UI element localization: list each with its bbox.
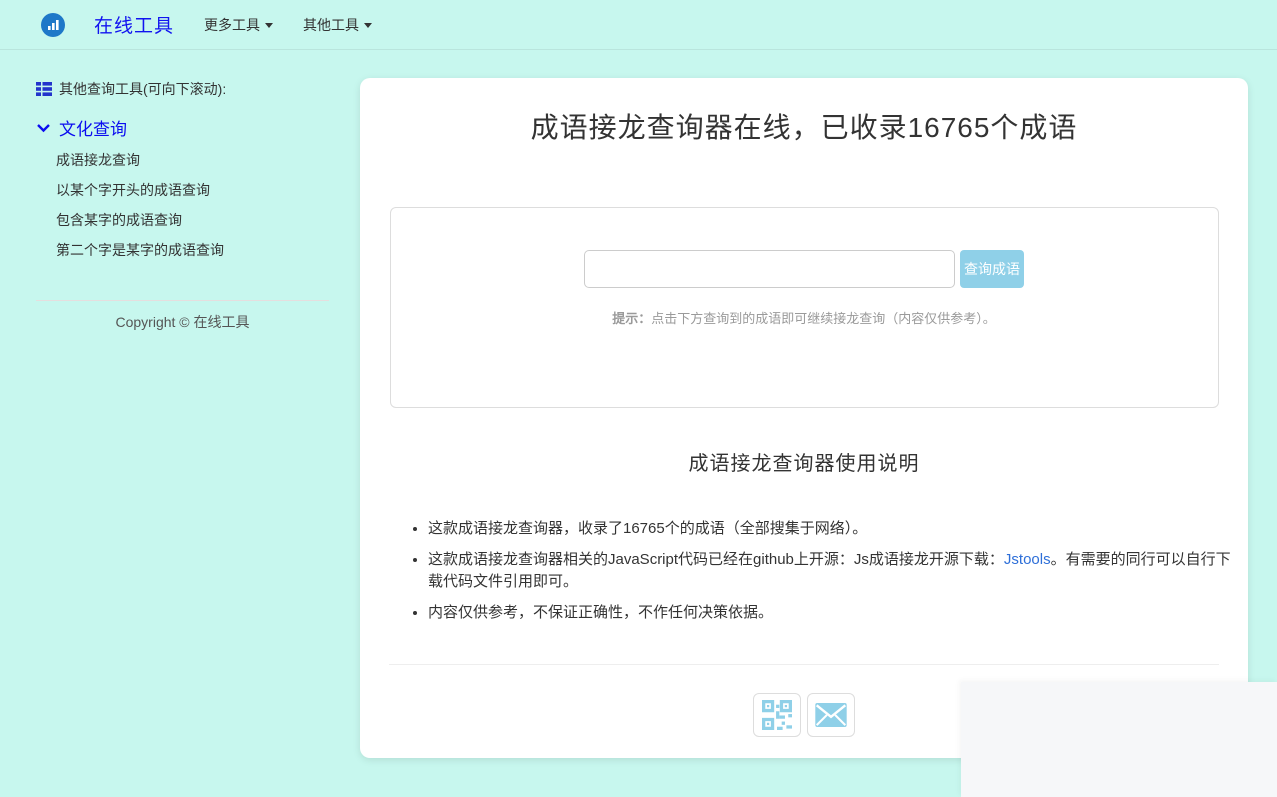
usage-list: 这款成语接龙查询器，收录了16765个的成语（全部搜集于网络）。 这款成语接龙查… xyxy=(360,518,1248,624)
usage-item-2-text-before: 这款成语接龙查询器相关的JavaScript代码已经在github上开源：Js成… xyxy=(428,551,1004,568)
nav-other-tools[interactable]: 其他工具 xyxy=(303,15,372,35)
nav-more-tools-label: 更多工具 xyxy=(204,15,260,35)
email-button[interactable] xyxy=(807,693,855,737)
envelope-icon xyxy=(815,703,847,727)
usage-item-1-text: 这款成语接龙查询器，收录了16765个的成语（全部搜集于网络）。 xyxy=(428,520,867,537)
query-card: 查询成语 提示：点击下方查询到的成语即可继续接龙查询（内容仅供参考）。 xyxy=(390,207,1219,408)
sidebar-category-label: 文化查询 xyxy=(59,115,127,140)
page-title: 成语接龙查询器在线，已收录16765个成语 xyxy=(374,108,1234,147)
sidebar-item-list: 成语接龙查询 以某个字开头的成语查询 包含某字的成语查询 第二个字是某字的成语查… xyxy=(36,151,329,260)
jstools-link[interactable]: Jstools xyxy=(1004,551,1051,568)
idiom-input[interactable] xyxy=(584,250,955,288)
sidebar-item-starts-with[interactable]: 以某个字开头的成语查询 xyxy=(56,181,329,200)
query-hint: 提示：点击下方查询到的成语即可继续接龙查询（内容仅供参考）。 xyxy=(391,308,1218,327)
usage-item-1: 这款成语接龙查询器，收录了16765个的成语（全部搜集于网络）。 xyxy=(428,518,1234,540)
sidebar-header: 其他查询工具(可向下滚动): xyxy=(36,79,329,99)
sidebar: 其他查询工具(可向下滚动): 文化查询 成语接龙查询 以某个字开头的成语查询 包… xyxy=(36,79,329,332)
caret-down-icon xyxy=(265,23,273,28)
main-panel: 成语接龙查询器在线，已收录16765个成语 查询成语 提示：点击下方查询到的成语… xyxy=(360,78,1248,758)
chevron-down-icon xyxy=(36,123,51,133)
brand-link[interactable]: 在线工具 xyxy=(94,11,174,38)
footer-divider xyxy=(389,664,1219,665)
query-idiom-button[interactable]: 查询成语 xyxy=(960,250,1024,288)
blank-overlay xyxy=(961,682,1277,797)
qr-code-button[interactable] xyxy=(753,693,801,737)
nav-other-tools-label: 其他工具 xyxy=(303,15,359,35)
sidebar-item-idiom-chain[interactable]: 成语接龙查询 xyxy=(56,151,329,170)
query-hint-text: 点击下方查询到的成语即可继续接龙查询（内容仅供参考）。 xyxy=(651,311,996,326)
sidebar-item-second-char[interactable]: 第二个字是某字的成语查询 xyxy=(56,241,329,260)
site-logo[interactable] xyxy=(41,13,65,37)
usage-heading: 成语接龙查询器使用说明 xyxy=(360,451,1248,478)
nav-more-tools[interactable]: 更多工具 xyxy=(204,15,273,35)
navbar: 在线工具 更多工具 其他工具 xyxy=(0,0,1277,50)
usage-item-3-text: 内容仅供参考，不保证正确性，不作任何决策依据。 xyxy=(428,604,773,621)
qr-code-icon xyxy=(762,700,792,730)
bar-chart-icon xyxy=(47,18,60,31)
list-icon xyxy=(36,82,52,96)
sidebar-header-label: 其他查询工具(可向下滚动): xyxy=(59,79,226,99)
sidebar-copyright: Copyright © 在线工具 xyxy=(36,312,329,332)
usage-item-2: 这款成语接龙查询器相关的JavaScript代码已经在github上开源：Js成… xyxy=(428,549,1234,593)
app-root: 在线工具 更多工具 其他工具 其他查询工具(可向下滚动): xyxy=(0,0,1277,797)
sidebar-category-culture[interactable]: 文化查询 xyxy=(36,115,329,140)
query-row: 查询成语 xyxy=(391,250,1218,288)
sidebar-item-contains[interactable]: 包含某字的成语查询 xyxy=(56,211,329,230)
query-hint-label: 提示： xyxy=(612,311,651,326)
usage-item-3: 内容仅供参考，不保证正确性，不作任何决策依据。 xyxy=(428,602,1234,624)
sidebar-divider xyxy=(36,300,329,301)
caret-down-icon xyxy=(364,23,372,28)
